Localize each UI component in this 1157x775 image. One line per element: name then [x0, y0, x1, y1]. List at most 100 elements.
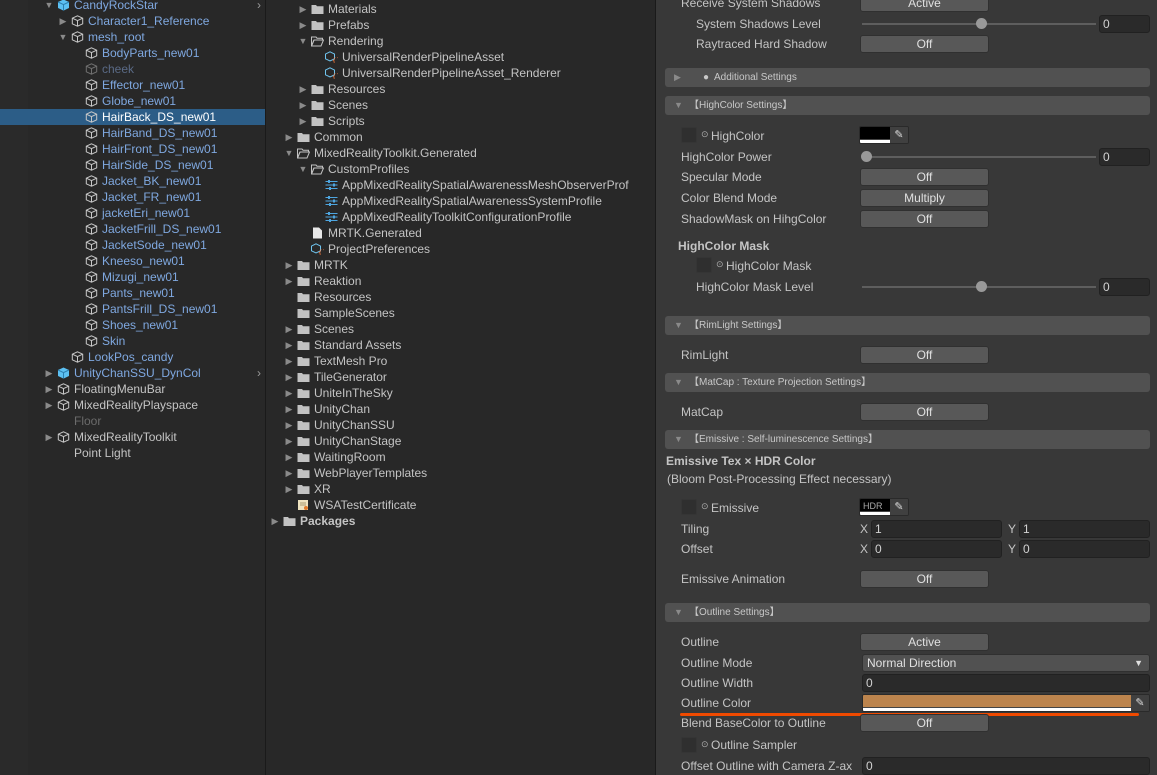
outline-width-field[interactable]: 0	[862, 674, 1150, 692]
project-tree-item[interactable]: WSATestCertificate	[266, 497, 655, 513]
hierarchy-tree-item[interactable]: ▶ MixedRealityToolkit	[0, 429, 265, 445]
additional-settings-header[interactable]: ▶ ● Additional Settings	[665, 68, 1150, 87]
outline-color-field[interactable]: ✎	[862, 694, 1150, 712]
matcap-toggle[interactable]: Off	[860, 403, 989, 421]
eyedropper-icon[interactable]: ✎	[1131, 695, 1149, 711]
eyedropper-icon[interactable]: ✎	[890, 127, 908, 143]
object-picker-icon[interactable]: ⊙	[701, 739, 709, 750]
collapsed-arrow-icon[interactable]: ▶	[284, 353, 294, 369]
emissive-animation-toggle[interactable]: Off	[860, 570, 989, 588]
project-tree-item[interactable]: {} UniversalRenderPipelineAsset_Renderer	[266, 65, 655, 81]
hierarchy-tree-item[interactable]: JacketSode_new01	[0, 237, 265, 253]
collapsed-arrow-icon[interactable]: ▶	[284, 257, 294, 273]
chevron-right-icon[interactable]: ›	[257, 0, 261, 13]
outline-sampler-texture-slot[interactable]	[681, 737, 697, 753]
collapsed-arrow-icon[interactable]: ▶	[298, 113, 308, 129]
project-tree-item[interactable]: ▶ TextMesh Pro	[266, 353, 655, 369]
hierarchy-tree-item[interactable]: ▶ Character1_Reference	[0, 13, 265, 29]
project-tree-item[interactable]: ▶ Scripts	[266, 113, 655, 129]
collapsed-arrow-icon[interactable]: ▶	[298, 97, 308, 113]
expanded-arrow-icon[interactable]: ▼	[44, 0, 54, 13]
collapsed-arrow-icon[interactable]: ▶	[284, 465, 294, 481]
project-tree-item[interactable]: ▶ Resources	[266, 81, 655, 97]
collapsed-arrow-icon[interactable]: ▶	[284, 129, 294, 145]
project-tree-item[interactable]: ▼ MixedRealityToolkit.Generated	[266, 145, 655, 161]
expanded-arrow-icon[interactable]: ▼	[284, 145, 294, 161]
shadows-level-field[interactable]: 0	[1099, 15, 1150, 33]
project-tree-item[interactable]: ▶ Prefabs	[266, 17, 655, 33]
rimlight-toggle[interactable]: Off	[860, 346, 989, 364]
project-tree-item[interactable]: AppMixedRealitySpatialAwarenessMeshObser…	[266, 177, 655, 193]
project-tree-item[interactable]: ▶ XR	[266, 481, 655, 497]
project-tree-item[interactable]: AppMixedRealitySpatialAwarenessSystemPro…	[266, 193, 655, 209]
emissive-hdr-color-field[interactable]: HDR ✎	[859, 498, 909, 516]
collapsed-arrow-icon[interactable]: ▶	[44, 397, 54, 413]
hierarchy-tree-item[interactable]: HairBand_DS_new01	[0, 125, 265, 141]
project-tree-item[interactable]: ▶ MRTK	[266, 257, 655, 273]
object-picker-icon[interactable]: ⊙	[701, 501, 709, 512]
collapsed-arrow-icon[interactable]: ▶	[44, 381, 54, 397]
slider-knob[interactable]	[975, 281, 987, 292]
object-picker-icon[interactable]: ⊙	[716, 259, 724, 270]
collapsed-arrow-icon[interactable]: ▶	[284, 385, 294, 401]
hierarchy-tree-item[interactable]: Point Light	[0, 445, 265, 461]
slider-knob[interactable]	[861, 151, 872, 162]
hierarchy-tree-item[interactable]: Floor	[0, 413, 265, 429]
receive-shadows-toggle[interactable]: Active	[860, 0, 989, 12]
collapsed-arrow-icon[interactable]: ▶	[284, 273, 294, 289]
highcolor-settings-header[interactable]: ▼ 【HighColor Settings】	[665, 96, 1150, 115]
hierarchy-tree-item[interactable]: ▶ MixedRealityPlayspace	[0, 397, 265, 413]
project-tree-item[interactable]: ▶ WebPlayerTemplates	[266, 465, 655, 481]
project-tree-item[interactable]: {} UniversalRenderPipelineAsset	[266, 49, 655, 65]
collapsed-arrow-icon[interactable]: ▶	[44, 365, 54, 381]
collapsed-arrow-icon[interactable]: ▶	[298, 17, 308, 33]
collapsed-arrow-icon[interactable]: ▶	[284, 433, 294, 449]
hierarchy-tree-item[interactable]: Mizugi_new01	[0, 269, 265, 285]
hierarchy-tree-item[interactable]: cheek	[0, 61, 265, 77]
hierarchy-tree-item[interactable]: HairBack_DS_new01	[0, 109, 265, 125]
highcolor-texture-slot[interactable]	[681, 127, 697, 143]
highcolor-power-field[interactable]: 0	[1099, 148, 1150, 166]
offset-x-field[interactable]: 0	[871, 540, 1002, 558]
rimlight-settings-header[interactable]: ▼ 【RimLight Settings】	[665, 316, 1150, 335]
hierarchy-tree-item[interactable]: JacketFrill_DS_new01	[0, 221, 265, 237]
slider-knob[interactable]	[975, 18, 987, 29]
collapsed-arrow-icon[interactable]: ▶	[298, 1, 308, 17]
collapsed-arrow-icon[interactable]: ▶	[270, 513, 280, 529]
matcap-settings-header[interactable]: ▼ 【MatCap : Texture Projection Settings】	[665, 373, 1150, 392]
collapsed-arrow-icon[interactable]: ▶	[298, 81, 308, 97]
collapsed-arrow-icon[interactable]: ▶	[284, 449, 294, 465]
hierarchy-tree-item[interactable]: Jacket_FR_new01	[0, 189, 265, 205]
collapsed-arrow-icon[interactable]: ▶	[284, 337, 294, 353]
collapsed-arrow-icon[interactable]: ▶	[284, 321, 294, 337]
expanded-arrow-icon[interactable]: ▼	[58, 29, 68, 45]
hierarchy-tree-item[interactable]: BodyParts_new01	[0, 45, 265, 61]
collapsed-arrow-icon[interactable]: ▶	[284, 401, 294, 417]
hierarchy-tree-item[interactable]: Skin	[0, 333, 265, 349]
tiling-x-field[interactable]: 1	[871, 520, 1002, 538]
outline-settings-header[interactable]: ▼ 【Outline Settings】	[665, 603, 1150, 622]
project-tree-item[interactable]: ▶ TileGenerator	[266, 369, 655, 385]
expanded-arrow-icon[interactable]: ▼	[298, 161, 308, 177]
hierarchy-tree-item[interactable]: ▶ UnityChanSSU_DynCol ›	[0, 365, 265, 381]
chevron-right-icon[interactable]: ›	[257, 365, 261, 381]
project-tree-item[interactable]: ▶ Scenes	[266, 321, 655, 337]
hierarchy-tree-item[interactable]: HairSide_DS_new01	[0, 157, 265, 173]
outline-mode-dropdown[interactable]: Normal Direction ▼	[862, 654, 1150, 672]
project-tree-item[interactable]: ▶ UnityChanSSU	[266, 417, 655, 433]
collapsed-arrow-icon[interactable]: ▶	[284, 369, 294, 385]
expanded-arrow-icon[interactable]: ▼	[298, 33, 308, 49]
project-tree-item[interactable]: ▶ UnityChanStage	[266, 433, 655, 449]
eyedropper-icon[interactable]: ✎	[890, 499, 908, 515]
project-tree-item[interactable]: ▶ Common	[266, 129, 655, 145]
hierarchy-tree-item[interactable]: ▶ FloatingMenuBar	[0, 381, 265, 397]
project-tree-item[interactable]: ▶ Standard Assets	[266, 337, 655, 353]
highcolor-power-slider[interactable]	[862, 156, 1096, 158]
hierarchy-tree-item[interactable]: PantsFrill_DS_new01	[0, 301, 265, 317]
hierarchy-tree-item[interactable]: Pants_new01	[0, 285, 265, 301]
outline-toggle[interactable]: Active	[860, 633, 989, 651]
project-tree-item[interactable]: Resources	[266, 289, 655, 305]
emissive-settings-header[interactable]: ▼ 【Emissive : Self-luminescence Settings…	[665, 430, 1150, 449]
hierarchy-tree-item[interactable]: ▼ mesh_root	[0, 29, 265, 45]
project-tree-item[interactable]: ▶ UnityChan	[266, 401, 655, 417]
